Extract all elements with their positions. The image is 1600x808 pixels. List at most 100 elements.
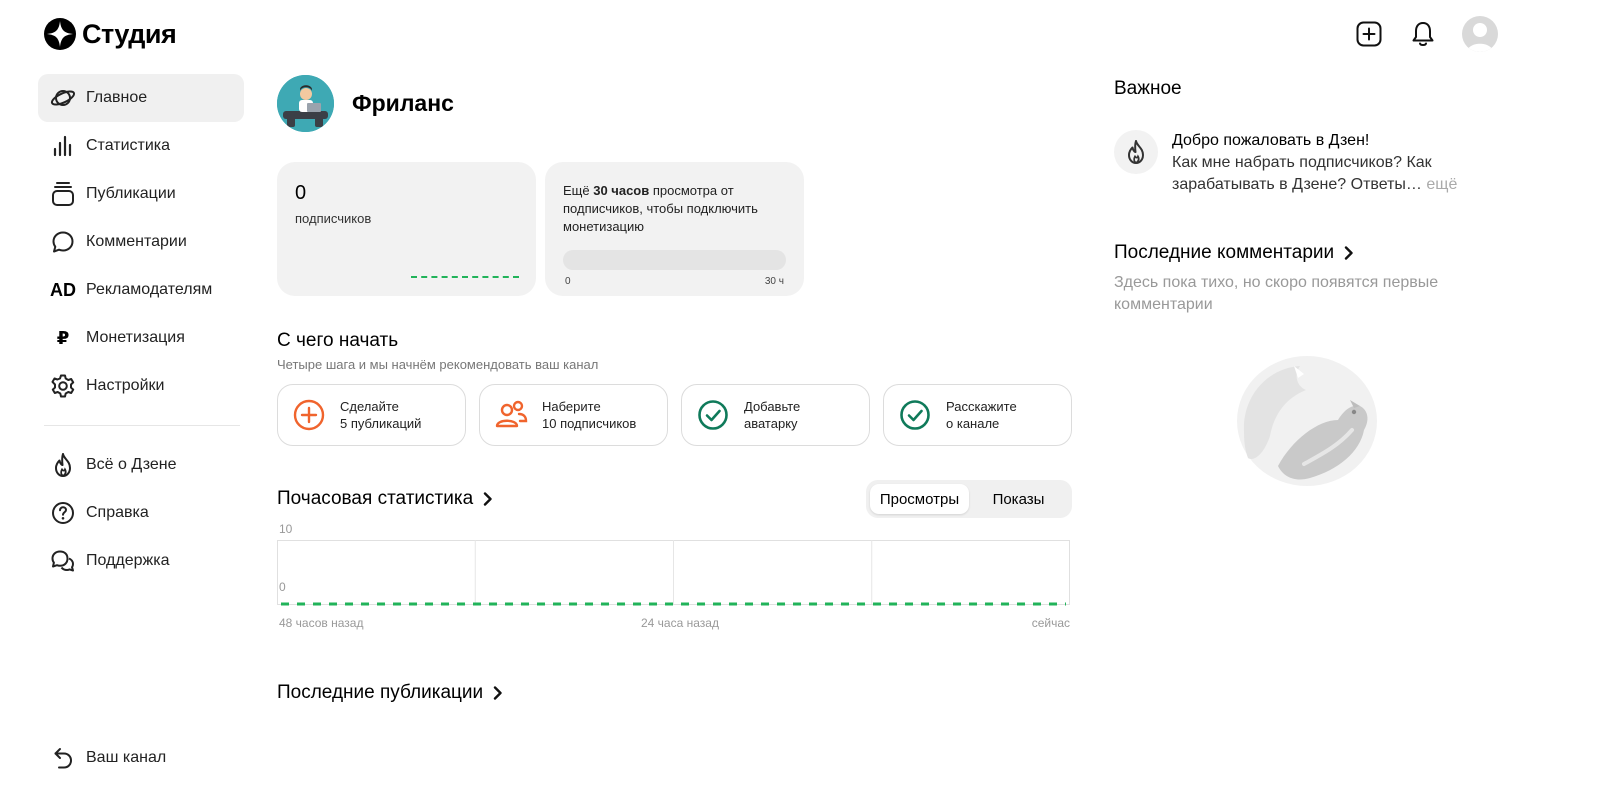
speech-bubble-icon bbox=[50, 229, 76, 255]
monetization-card[interactable]: Ещё 30 часов просмотра от подписчиков, ч… bbox=[545, 162, 804, 296]
stats-cards: 0 подписчиков Ещё 30 часов просмотра от … bbox=[277, 162, 1072, 296]
logo-text: Студия bbox=[82, 18, 177, 49]
your-channel-link[interactable]: Ваш канал bbox=[38, 734, 166, 782]
plus-circle-icon bbox=[292, 398, 326, 432]
sidebar-item-support[interactable]: Поддержка bbox=[38, 537, 244, 585]
people-icon bbox=[494, 398, 528, 432]
chevron-right-icon bbox=[483, 492, 492, 506]
y-tick-max: 10 bbox=[279, 522, 293, 536]
subscribers-sparkline bbox=[411, 276, 519, 278]
progress-max-label: 30 ч bbox=[764, 276, 784, 287]
bird-illustration bbox=[1237, 356, 1377, 486]
subscribers-label: подписчиков bbox=[295, 211, 372, 226]
hourly-chart: 10 0 48 часов назад 24 часа назад сейчас bbox=[277, 522, 1072, 636]
sidebar-item-your-channel[interactable]: Ваш канал bbox=[38, 734, 166, 782]
step-text: Наберите 10 подписчиков bbox=[542, 399, 637, 431]
sidebar-item-label: Монетизация bbox=[86, 329, 185, 346]
top-actions bbox=[1354, 16, 1498, 52]
monetization-text: Ещё 30 часов просмотра от подписчиков, ч… bbox=[563, 183, 758, 234]
tab-impressions[interactable]: Показы bbox=[969, 484, 1068, 514]
back-arrow-icon bbox=[50, 745, 76, 771]
sidebar-item-help[interactable]: Справка bbox=[38, 489, 244, 537]
question-icon bbox=[50, 500, 76, 526]
bar-chart-icon bbox=[50, 133, 76, 159]
latest-publications-title: Последние публикации bbox=[277, 682, 484, 703]
step-text: Добавьте аватарку bbox=[744, 399, 801, 431]
sidebar-item-label: Ваш канал bbox=[86, 749, 167, 766]
ruble-icon: ₽ bbox=[56, 327, 70, 348]
x-label-end: сейчас bbox=[1031, 616, 1070, 630]
chat-bubbles-icon bbox=[50, 548, 76, 574]
step-gain-subscribers[interactable]: Наберите 10 подписчиков bbox=[479, 384, 668, 446]
notice-body: Как мне набрать подписчиков? Как зарабат… bbox=[1172, 154, 1458, 193]
sidebar-item-label: Публикации bbox=[86, 185, 176, 202]
notifications-button[interactable] bbox=[1408, 19, 1438, 49]
hourly-stats-header: Почасовая статистика Просмотры Показы bbox=[277, 480, 1072, 518]
more-link[interactable]: ещё bbox=[1426, 176, 1457, 193]
sidebar-item-label: Справка bbox=[86, 504, 149, 521]
sidebar-item-label: Статистика bbox=[86, 137, 171, 154]
latest-publications-link[interactable]: Последние публикации bbox=[277, 682, 1072, 704]
hourly-stats-link[interactable]: Почасовая статистика bbox=[277, 488, 493, 510]
latest-comments-link[interactable]: Последние комментарии bbox=[1114, 242, 1464, 264]
sidebar-item-label: Настройки bbox=[86, 377, 165, 394]
create-button[interactable] bbox=[1354, 19, 1384, 49]
sidebar-item-about-zen[interactable]: Всё о Дзене bbox=[38, 441, 244, 489]
subscribers-count: 0 bbox=[295, 182, 307, 204]
sidebar-item-statistics[interactable]: Статистика bbox=[38, 122, 244, 170]
sidebar-item-label: Главное bbox=[86, 89, 148, 106]
notice-title: Добро пожаловать в Дзен! bbox=[1172, 132, 1370, 149]
flame-icon bbox=[1114, 130, 1158, 174]
sidebar-item-label: Комментарии bbox=[86, 233, 187, 250]
sidebar-item-monetization[interactable]: ₽ Монетизация bbox=[38, 314, 244, 362]
monetization-progress-bar bbox=[563, 250, 786, 270]
user-avatar[interactable] bbox=[1462, 16, 1498, 52]
sidebar-item-publications[interactable]: Публикации bbox=[38, 170, 244, 218]
getting-started-subtitle: Четыре шага и мы начнём рекомендовать ва… bbox=[277, 357, 599, 372]
notice-content: Добро пожаловать в Дзен! Как мне набрать… bbox=[1172, 130, 1464, 196]
stack-icon bbox=[50, 181, 76, 207]
sidebar-item-label: Поддержка bbox=[86, 552, 170, 569]
comments-empty-text: Здесь пока тихо, но скоро появятся первы… bbox=[1114, 274, 1439, 313]
step-text: Расскажите о канале bbox=[946, 399, 1017, 431]
hours-remaining: 30 часов bbox=[593, 183, 650, 198]
important-title: Важное bbox=[1114, 78, 1182, 99]
x-label-start: 48 часов назад bbox=[279, 616, 364, 630]
sidebar-item-settings[interactable]: Настройки bbox=[38, 362, 244, 410]
gear-icon bbox=[50, 373, 76, 399]
freelancer-illustration-icon bbox=[277, 74, 334, 132]
channel-name: Фриланс bbox=[352, 89, 454, 116]
ad-icon: AD bbox=[50, 279, 76, 300]
flame-icon bbox=[50, 452, 76, 478]
progress-min-label: 0 bbox=[565, 276, 571, 287]
channel-avatar[interactable] bbox=[277, 74, 334, 132]
step-describe-channel[interactable]: Расскажите о канале bbox=[883, 384, 1072, 446]
studio-logo[interactable]: Студия bbox=[44, 18, 177, 50]
user-silhouette-icon bbox=[1467, 23, 1493, 52]
check-circle-icon bbox=[696, 398, 730, 432]
step-add-avatar[interactable]: Добавьте аватарку bbox=[681, 384, 870, 446]
step-text: Сделайте 5 публикаций bbox=[340, 399, 422, 431]
y-tick-min: 0 bbox=[279, 580, 286, 594]
zen-logo-icon bbox=[44, 18, 76, 50]
tab-views[interactable]: Просмотры bbox=[870, 484, 969, 514]
step-make-publications[interactable]: Сделайте 5 публикаций bbox=[277, 384, 466, 446]
sidebar-item-advertisers[interactable]: AD Рекламодателям bbox=[38, 266, 244, 314]
bell-icon bbox=[1412, 22, 1434, 46]
channel-header: Фриланс bbox=[277, 74, 1072, 132]
sidebar-item-main[interactable]: Главное bbox=[38, 74, 244, 122]
subscribers-card[interactable]: 0 подписчиков bbox=[277, 162, 536, 296]
right-panel: Важное Добро пожаловать в Дзен! Как мне … bbox=[1114, 78, 1464, 486]
chevron-right-icon bbox=[1344, 246, 1353, 260]
sidebar-item-comments[interactable]: Комментарии bbox=[38, 218, 244, 266]
sidebar-item-label: Рекламодателям bbox=[86, 281, 213, 298]
main-content: Фриланс 0 подписчиков Ещё 30 часов просм… bbox=[277, 74, 1072, 704]
welcome-notice[interactable]: Добро пожаловать в Дзен! Как мне набрать… bbox=[1114, 130, 1464, 196]
sidebar-item-label: Всё о Дзене bbox=[86, 456, 177, 473]
hourly-stats-title: Почасовая статистика bbox=[277, 488, 474, 509]
sidebar-divider bbox=[44, 425, 240, 426]
latest-comments-title: Последние комментарии bbox=[1114, 242, 1335, 263]
x-label-middle: 24 часа назад bbox=[641, 616, 719, 630]
metric-toggle: Просмотры Показы bbox=[866, 480, 1072, 518]
getting-started-title: С чего начать bbox=[277, 330, 399, 351]
